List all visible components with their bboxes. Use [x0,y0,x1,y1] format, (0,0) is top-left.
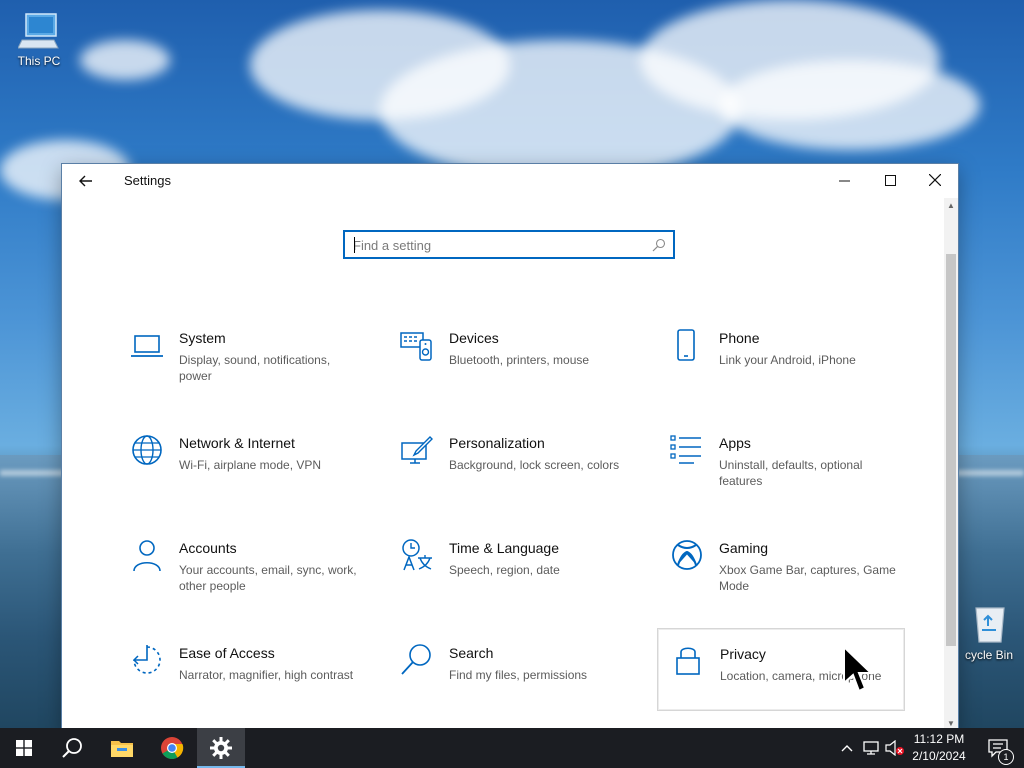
notification-count-badge: 1 [998,749,1014,765]
tile-title: Phone [719,330,760,346]
window-title: Settings [124,173,171,188]
gear-icon [210,737,232,759]
tile-title: Apps [719,435,751,451]
desktop-icon-label: This PC [17,54,61,68]
back-button[interactable] [72,168,100,194]
tile-title: Personalization [449,435,545,451]
paint-icon [401,436,433,464]
tile-title: Ease of Access [179,645,275,661]
action-center-button[interactable]: 1 [978,728,1018,768]
devices-icon [400,332,432,361]
search-input[interactable] [353,236,643,254]
minimize-icon [838,180,850,181]
magnifier-icon [652,238,666,252]
recycle-bin-icon [968,604,1010,644]
maximize-button[interactable] [867,164,913,196]
search-icon [62,738,82,758]
folder-icon [111,741,133,757]
tile-description: Display, sound, notifications, power [179,353,331,383]
tile-title: Privacy [720,646,766,662]
chevron-up-icon [841,745,853,752]
tile-title: Gaming [719,540,769,556]
scrollbar[interactable]: ▲ ▼ [944,198,958,730]
tile-description: Find my files, permissions [449,668,588,682]
tile-title: System [179,330,226,346]
tile-accounts[interactable]: Accounts Your accounts, email, sync, wor… [122,532,370,614]
tile-title: Devices [449,330,499,346]
tile-title: Network & Internet [179,435,295,451]
desktop-icon-label: cycle Bin [964,648,1014,662]
tile-description: Background, lock screen, colors [449,458,620,472]
network-icon [863,741,879,755]
tile-description: Link your Android, iPhone [719,353,856,367]
tile-personalization[interactable]: Personalization Background, lock screen,… [392,427,640,509]
network-tray-button[interactable] [860,728,882,768]
ease-of-access-icon [132,645,161,674]
tile-description: Xbox Game Bar, captures, Game Mode [719,563,896,593]
clock-date: 2/10/2024 [912,749,966,763]
time-language-icon [402,539,432,571]
start-button[interactable] [0,728,48,768]
close-button[interactable] [912,164,958,196]
settings-search-box[interactable] [343,230,675,259]
taskbar-clock[interactable]: 11:12 PM 2/10/2024 [902,731,976,765]
taskbar: 11:12 PM 2/10/2024 1 [0,728,1024,768]
tile-devices[interactable]: Devices Bluetooth, printers, mouse [392,322,640,404]
tile-description: Uninstall, defaults, optional features [719,458,863,488]
taskbar-search-button[interactable] [48,728,96,768]
tile-description: Narrator, magnifier, high contrast [179,668,354,682]
computer-icon [17,10,60,50]
tile-phone[interactable]: Phone Link your Android, iPhone [662,322,910,404]
scroll-thumb[interactable] [946,254,956,646]
tile-network-internet[interactable]: Network & Internet Wi-Fi, airplane mode,… [122,427,370,509]
text-caret [354,237,355,253]
settings-window: Settings ▲ ▼ System Display, sound, noti… [62,164,958,730]
person-icon [133,540,161,572]
show-hidden-icons-button[interactable] [838,728,856,768]
tile-title: Time & Language [449,540,559,556]
tile-description: Speech, region, date [449,563,560,577]
search-icon [401,644,431,675]
taskbar-file-explorer[interactable] [98,728,146,768]
desktop-icon-this-pc[interactable]: This PC [4,10,74,68]
windows-logo-icon [16,740,32,756]
title-bar: Settings [62,164,958,198]
tile-title: Search [449,645,494,661]
tile-system[interactable]: System Display, sound, notifications, po… [122,322,370,404]
tile-ease-of-access[interactable]: Ease of Access Narrator, magnifier, high… [122,637,370,719]
tile-description: Wi-Fi, airplane mode, VPN [179,458,322,472]
tile-description: Bluetooth, printers, mouse [449,353,590,367]
tile-description: Your accounts, email, sync, work, other … [179,563,357,593]
apps-list-icon [670,435,701,464]
tile-apps[interactable]: Apps Uninstall, defaults, optional featu… [662,427,910,509]
tile-gaming[interactable]: Gaming Xbox Game Bar, captures, Game Mod… [662,532,910,614]
scroll-up-arrow[interactable]: ▲ [944,198,958,212]
minimize-button[interactable] [821,164,867,196]
clock-time: 11:12 PM [913,732,965,746]
tile-title: Accounts [179,540,237,556]
lock-icon [676,647,700,675]
globe-icon [132,435,162,465]
chrome-icon [161,737,184,759]
laptop-icon [131,335,163,357]
xbox-icon [672,540,702,570]
taskbar-settings[interactable] [197,728,245,768]
taskbar-chrome[interactable] [148,728,196,768]
arrow-left-icon [79,175,92,187]
phone-icon [677,329,695,361]
maximize-icon [884,174,896,186]
close-icon [929,174,941,186]
mouse-cursor-icon [843,645,874,693]
tile-search[interactable]: Search Find my files, permissions [392,637,640,719]
desktop-icon-recycle-bin[interactable]: cycle Bin [954,604,1024,662]
tile-time-language[interactable]: Time & Language Speech, region, date [392,532,640,614]
